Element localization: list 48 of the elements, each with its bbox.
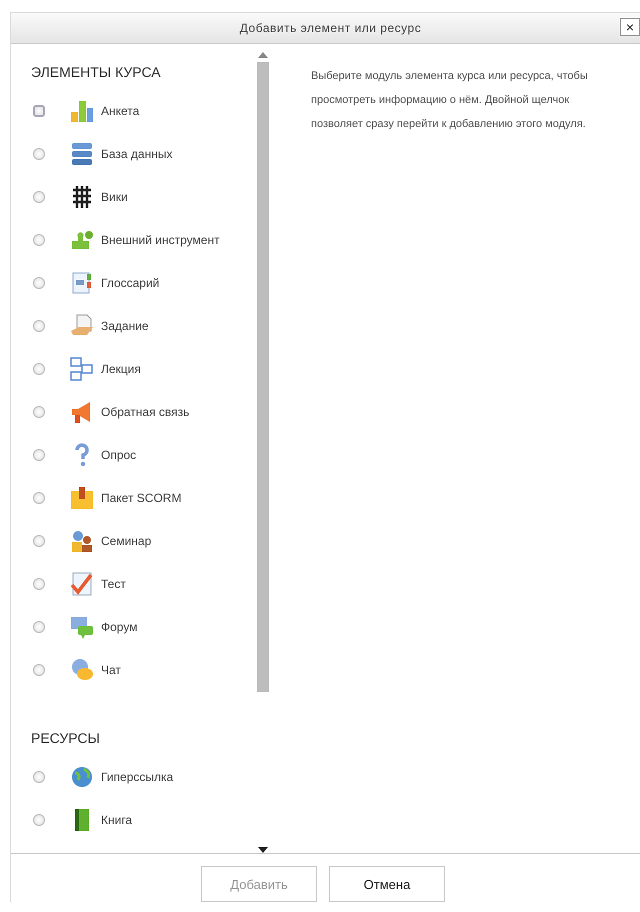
radio-button[interactable] [33,578,45,590]
module-label[interactable]: Пакет SCORM [101,489,182,508]
module-label[interactable]: Задание [101,317,149,336]
radio-button[interactable] [33,621,45,634]
package-icon [69,485,95,512]
module-label[interactable]: Лекция [101,360,141,378]
module-label[interactable]: Внешний инструмент [101,231,220,250]
module-label[interactable]: Глоссарий [101,274,160,292]
section-heading: РЕСУРСЫ [31,730,101,746]
speech-bubbles-icon [69,614,95,640]
module-label[interactable]: Анкета [101,102,140,120]
bar-chart-icon [69,98,95,124]
database-icon [69,141,95,168]
module-label[interactable]: Опрос [101,446,136,464]
module-label[interactable]: Семинар [101,532,152,550]
radio-button[interactable] [33,449,45,462]
scrollbar-thumb[interactable] [257,62,269,692]
radio-button[interactable] [33,771,45,784]
section-heading: ЭЛЕМЕНТЫ КУРСА [31,64,162,80]
radio-button[interactable] [33,191,45,204]
dialog-title: Добавить элемент или ресурс [240,20,422,35]
module-label[interactable]: Форум [101,618,138,636]
people-icon [69,528,95,554]
radio-button[interactable] [33,148,45,160]
radio-button[interactable] [33,535,45,548]
close-button[interactable]: × [620,18,640,36]
windows-icon [69,356,95,382]
radio-button[interactable] [33,277,45,290]
module-label[interactable]: База данных [101,145,172,164]
module-label[interactable]: Вики [101,188,128,206]
module-label[interactable]: Тест [101,575,126,594]
checkmark-icon [69,571,95,598]
module-label[interactable]: Гиперссылка [101,768,174,786]
module-label[interactable]: Книга [101,811,132,830]
radio-button[interactable] [33,105,45,118]
scroll-up-arrow-icon[interactable] [258,52,268,58]
module-label[interactable]: Обратная связь [101,403,190,422]
radio-button[interactable] [33,664,45,676]
radio-button[interactable] [33,320,45,332]
radio-button[interactable] [33,363,45,376]
radio-button[interactable] [33,234,45,246]
description-text: Выберите модуль элемента курса или ресурса, чтобы просмотреть информацию о нём. Двойной щелчок позволяет сразу перейти к добавлению этого модуля. [310,68,589,132]
scroll-down-arrow-icon[interactable] [258,847,268,853]
cancel-button[interactable]: Отмена [329,866,445,902]
radio-button[interactable] [33,492,45,504]
module-label[interactable]: Чат [101,661,121,680]
radio-button[interactable] [33,814,45,826]
radio-button[interactable] [33,406,45,418]
